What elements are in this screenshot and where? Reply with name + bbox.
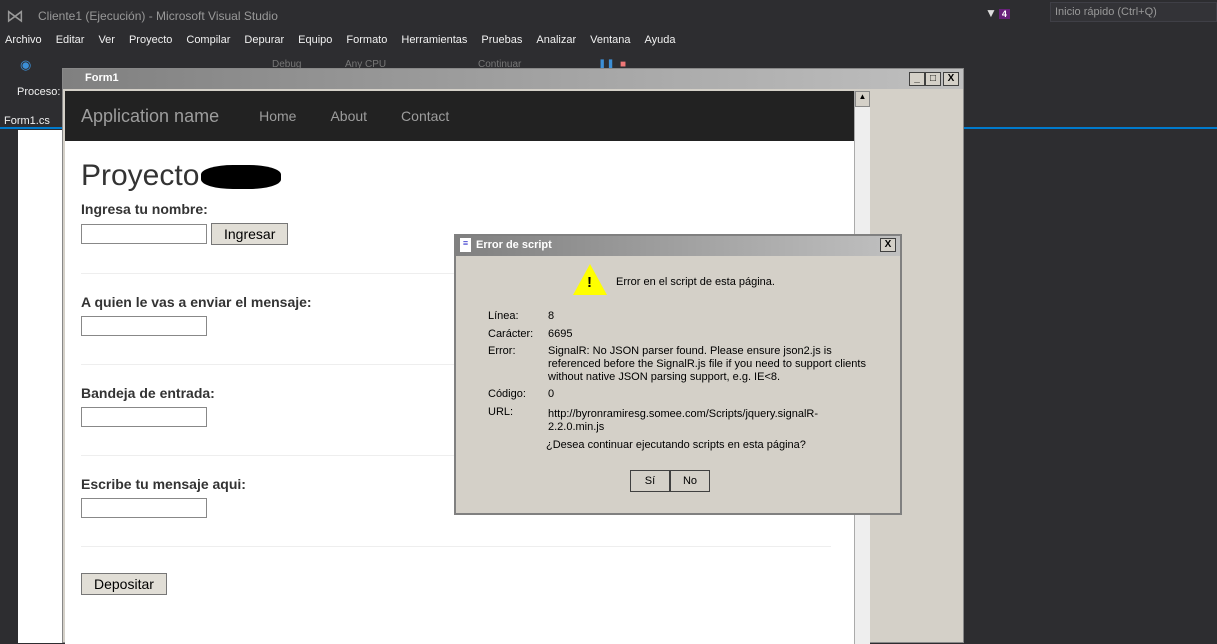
navbar: Application name Home About Contact bbox=[65, 91, 854, 141]
menu-formato[interactable]: Formato bbox=[341, 34, 396, 46]
code-value: 0 bbox=[548, 388, 555, 400]
line-label: Línea: bbox=[488, 310, 519, 322]
close-button[interactable]: X bbox=[943, 72, 959, 86]
minimize-button[interactable]: _ bbox=[909, 72, 925, 86]
notification-count: 4 bbox=[998, 9, 1010, 19]
document-icon: ≡ bbox=[460, 238, 471, 252]
code-editor[interactable] bbox=[18, 130, 68, 643]
code-label: Código: bbox=[488, 388, 526, 400]
vs-logo-icon: ⋈ bbox=[6, 6, 24, 26]
line-value: 8 bbox=[548, 310, 555, 322]
page-heading: Proyecto bbox=[81, 159, 838, 193]
menu-pruebas[interactable]: Pruebas bbox=[476, 34, 531, 46]
scroll-up-icon[interactable]: ▲ bbox=[855, 91, 870, 107]
process-label: Proceso: bbox=[17, 86, 61, 98]
dialog-message: Error en el script de esta página. bbox=[616, 276, 775, 288]
nav-home[interactable]: Home bbox=[259, 108, 296, 124]
menu-ventana[interactable]: Ventana bbox=[585, 34, 639, 46]
url-value: http://byronramiresg.somee.com/Scripts/j… bbox=[548, 408, 819, 433]
quick-launch-input[interactable]: Inicio rápido (Ctrl+Q) bbox=[1050, 2, 1217, 22]
form1-titlebar[interactable]: Form1 _ □ X bbox=[63, 69, 963, 89]
name-label: Ingresa tu nombre: bbox=[81, 201, 208, 217]
menu-equipo[interactable]: Equipo bbox=[293, 34, 341, 46]
doc-tab-form1[interactable]: Form1.cs bbox=[4, 115, 50, 127]
dialog-question: ¿Desea continuar ejecutando scripts en e… bbox=[546, 439, 806, 451]
error-label: Error: bbox=[488, 345, 516, 357]
dialog-title: Error de script bbox=[476, 239, 552, 251]
name-input[interactable] bbox=[81, 224, 207, 244]
error-value: SignalR: No JSON parser found. Please en… bbox=[548, 345, 866, 383]
maximize-button[interactable]: □ bbox=[925, 72, 941, 86]
recipient-input[interactable] bbox=[81, 316, 207, 336]
back-icon[interactable]: ◉ bbox=[20, 57, 31, 73]
filter-icon: ▼ bbox=[985, 6, 997, 20]
menu-bar: Archivo Editar Ver Proyecto Compilar Depurar E… bbox=[0, 34, 685, 46]
brand-link[interactable]: Application name bbox=[81, 106, 219, 127]
char-label: Carácter: bbox=[488, 328, 534, 340]
warning-mark-icon: ! bbox=[587, 274, 592, 291]
ingresar-button[interactable]: Ingresar bbox=[211, 223, 289, 245]
no-button[interactable]: No bbox=[670, 470, 710, 492]
menu-analizar[interactable]: Analizar bbox=[531, 34, 585, 46]
menu-proyecto[interactable]: Proyecto bbox=[124, 34, 181, 46]
char-value: 6695 bbox=[548, 328, 573, 340]
redaction-scribble bbox=[201, 165, 282, 190]
message-input[interactable] bbox=[81, 498, 207, 518]
nav-contact[interactable]: Contact bbox=[401, 108, 449, 124]
script-error-dialog: ≡ Error de script X ! Error en el script… bbox=[454, 234, 902, 515]
url-label: URL: bbox=[488, 406, 514, 418]
menu-compilar[interactable]: Compilar bbox=[181, 34, 239, 46]
dialog-titlebar[interactable]: ≡ Error de script X bbox=[456, 236, 900, 256]
nav-about[interactable]: About bbox=[330, 108, 367, 124]
menu-ver[interactable]: Ver bbox=[93, 34, 124, 46]
menu-editar[interactable]: Editar bbox=[51, 34, 94, 46]
depositar-button[interactable]: Depositar bbox=[81, 573, 167, 595]
dialog-close-button[interactable]: X bbox=[880, 238, 896, 252]
yes-button[interactable]: Sí bbox=[630, 470, 670, 492]
menu-depurar[interactable]: Depurar bbox=[239, 34, 293, 46]
inbox-input[interactable] bbox=[81, 407, 207, 427]
divider bbox=[81, 546, 831, 547]
form1-title: Form1 bbox=[85, 72, 119, 84]
notifications-button[interactable]: ▼ 4 bbox=[985, 6, 1010, 20]
window-title: Cliente1 (Ejecución) - Microsoft Visual … bbox=[38, 9, 278, 23]
heading-text: Proyecto bbox=[81, 159, 200, 192]
menu-ayuda[interactable]: Ayuda bbox=[640, 34, 685, 46]
menu-archivo[interactable]: Archivo bbox=[0, 34, 51, 46]
menu-herramientas[interactable]: Herramientas bbox=[396, 34, 476, 46]
